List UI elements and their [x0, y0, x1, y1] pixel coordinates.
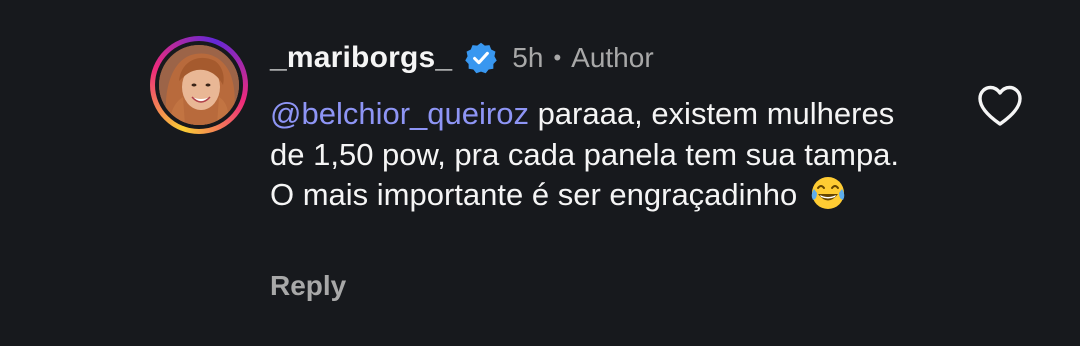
- avatar-ring-gap: [155, 41, 243, 129]
- heart-outline-icon[interactable]: [976, 84, 1024, 128]
- timestamp: 5h: [512, 42, 544, 73]
- mention-link[interactable]: @belchior_queiroz: [270, 96, 529, 131]
- username[interactable]: _mariborgs_: [270, 41, 452, 75]
- reply-button[interactable]: Reply: [270, 270, 346, 302]
- comment-text: @belchior_queiroz paraaa, existem mulher…: [270, 94, 910, 216]
- author-label: Author: [571, 42, 654, 73]
- face-with-tears-of-joy-emoji: [810, 175, 846, 211]
- avatar-image: [159, 45, 239, 125]
- avatar[interactable]: [150, 36, 248, 134]
- avatar-photo: [159, 45, 239, 125]
- separator-dot: •: [553, 45, 562, 70]
- verified-badge-icon: [464, 41, 498, 75]
- comment-header: _mariborgs_ 5h • Author: [270, 38, 654, 78]
- comment: _mariborgs_ 5h • Author @belchior_queiro…: [0, 0, 1080, 346]
